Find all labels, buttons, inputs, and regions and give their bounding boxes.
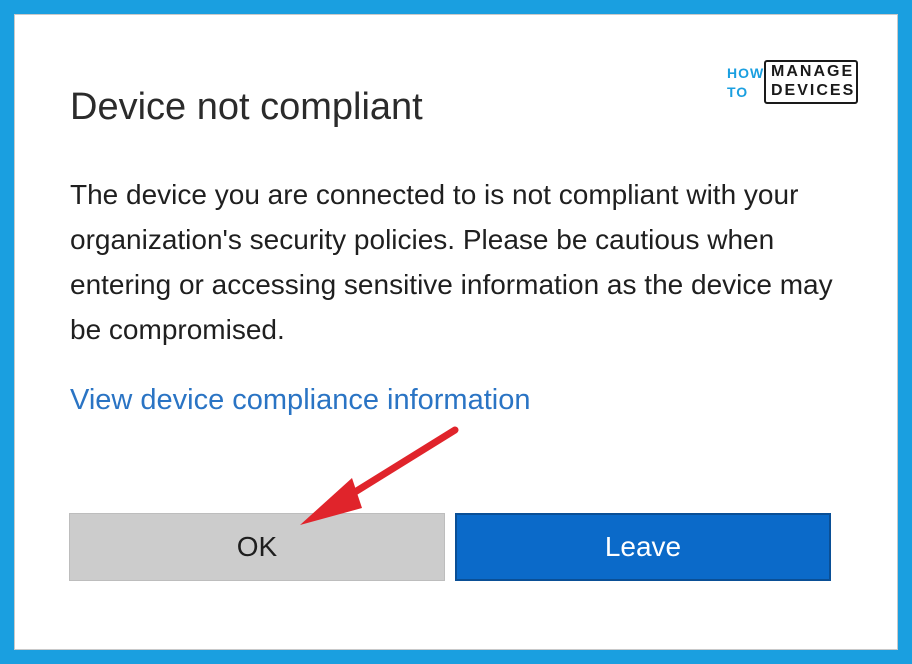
leave-button[interactable]: Leave	[455, 513, 831, 581]
view-compliance-info-link[interactable]: View device compliance information	[70, 384, 530, 417]
dialog-message: The device you are connected to is not c…	[70, 179, 833, 345]
logo-how-text: HOW	[727, 65, 765, 81]
logo-manage-text: MANAGE	[771, 63, 855, 80]
dialog-title: Device not compliant	[70, 86, 423, 128]
ok-button[interactable]: OK	[69, 513, 445, 581]
howtomanagedevices-logo: HOW TO MANAGE DEVICES	[727, 60, 861, 106]
logo-to-text: TO	[727, 84, 749, 100]
logo-devices-text: DEVICES	[771, 82, 856, 99]
